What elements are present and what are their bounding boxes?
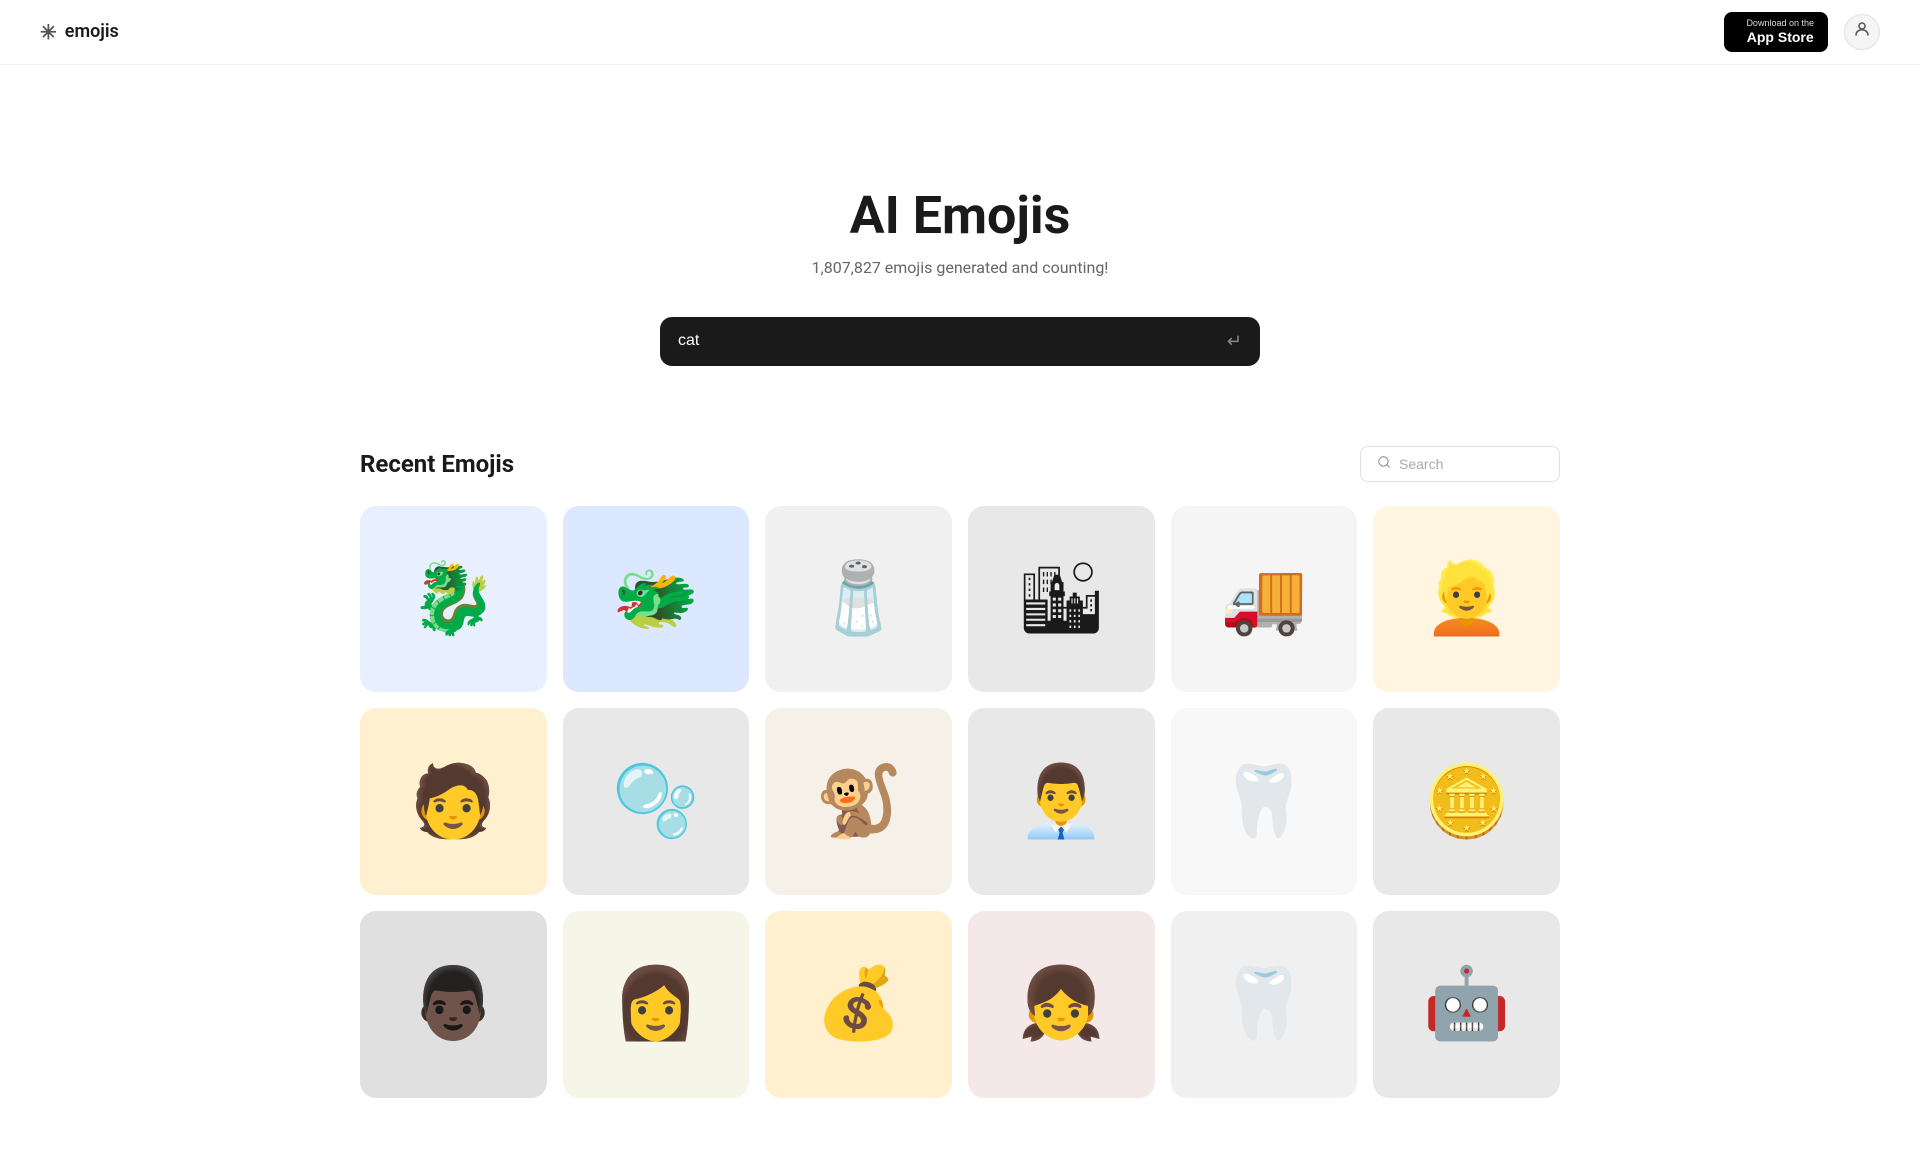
emoji-character: 💰 [815,969,902,1039]
emoji-character: 🤖 [1423,969,1510,1039]
emoji-character: 🪙 [1423,767,1510,837]
list-item[interactable]: 👧 [968,911,1155,1098]
hero-title: AI Emojis [850,185,1071,246]
user-icon [1853,20,1871,43]
list-item[interactable]: 🫧 [563,708,750,895]
list-item[interactable]: 👨🏿 [360,911,547,1098]
emoji-grid: 🐉 🐲 🧂 🏙 🚚 👱 🧑 🫧 🐒 👨‍💼 🦷 🪙 👨🏿 👩 💰 👧 🦷 🤖 [360,506,1560,1098]
main-search-input[interactable] [678,332,1217,350]
logo[interactable]: ✳ emojis [40,20,119,44]
logo-icon: ✳ [40,20,57,44]
emoji-character: 👨🏿 [410,969,497,1039]
emoji-character: 👨‍💼 [1018,767,1105,837]
logo-text: emojis [65,21,119,42]
list-item[interactable]: 🏙 [968,506,1155,693]
list-item[interactable]: 🐉 [360,506,547,693]
filter-search-bar [1360,446,1560,482]
list-item[interactable]: 🤖 [1373,911,1560,1098]
main-search-bar: ↵ [660,317,1260,366]
emoji-character: 👱 [1423,564,1510,634]
recent-header: Recent Emojis [360,446,1560,482]
store-name-label: App Store [1746,29,1814,46]
filter-search-icon [1377,455,1391,473]
hero-section: AI Emojis 1,807,827 emojis generated and… [0,65,1920,446]
recent-title: Recent Emojis [360,450,514,478]
list-item[interactable]: 🐲 [563,506,750,693]
list-item[interactable]: 🦷 [1171,911,1358,1098]
list-item[interactable]: 🦷 [1171,708,1358,895]
emoji-character: 🦷 [1220,767,1307,837]
download-label: Download on the [1746,18,1814,29]
hero-subtitle: 1,807,827 emojis generated and counting! [812,258,1109,277]
emoji-character: 👧 [1018,969,1105,1039]
recent-section: Recent Emojis 🐉 🐲 🧂 🏙 🚚 👱 🧑 🫧 🐒 👨‍💼 🦷 🪙 👨🏿 👩 💰 👧 🦷 🤖 [0,446,1920,1158]
emoji-character: 🫧 [612,767,699,837]
app-store-button[interactable]: Download on the App Store [1724,12,1828,52]
list-item[interactable]: 🐒 [765,708,952,895]
navbar: ✳ emojis Download on the App Store [0,0,1920,65]
emoji-character: 🧑 [410,767,497,837]
user-account-button[interactable] [1844,14,1880,50]
emoji-character: 🦷 [1220,969,1307,1039]
emoji-character: 👩 [612,969,699,1039]
list-item[interactable]: 💰 [765,911,952,1098]
list-item[interactable]: 👩 [563,911,750,1098]
emoji-character: 🐉 [410,564,497,634]
list-item[interactable]: 🪙 [1373,708,1560,895]
emoji-character: 🐲 [612,564,699,634]
search-enter-icon[interactable]: ↵ [1227,331,1242,352]
list-item[interactable]: 🧑 [360,708,547,895]
list-item[interactable]: 🚚 [1171,506,1358,693]
list-item[interactable]: 👨‍💼 [968,708,1155,895]
nav-right: Download on the App Store [1724,12,1880,52]
emoji-character: 🏙 [1017,564,1106,634]
emoji-character: 🚚 [1220,564,1307,634]
filter-search-input[interactable] [1399,456,1580,472]
list-item[interactable]: 👱 [1373,506,1560,693]
emoji-character: 🐒 [815,767,902,837]
list-item[interactable]: 🧂 [765,506,952,693]
emoji-character: 🧂 [815,564,902,634]
